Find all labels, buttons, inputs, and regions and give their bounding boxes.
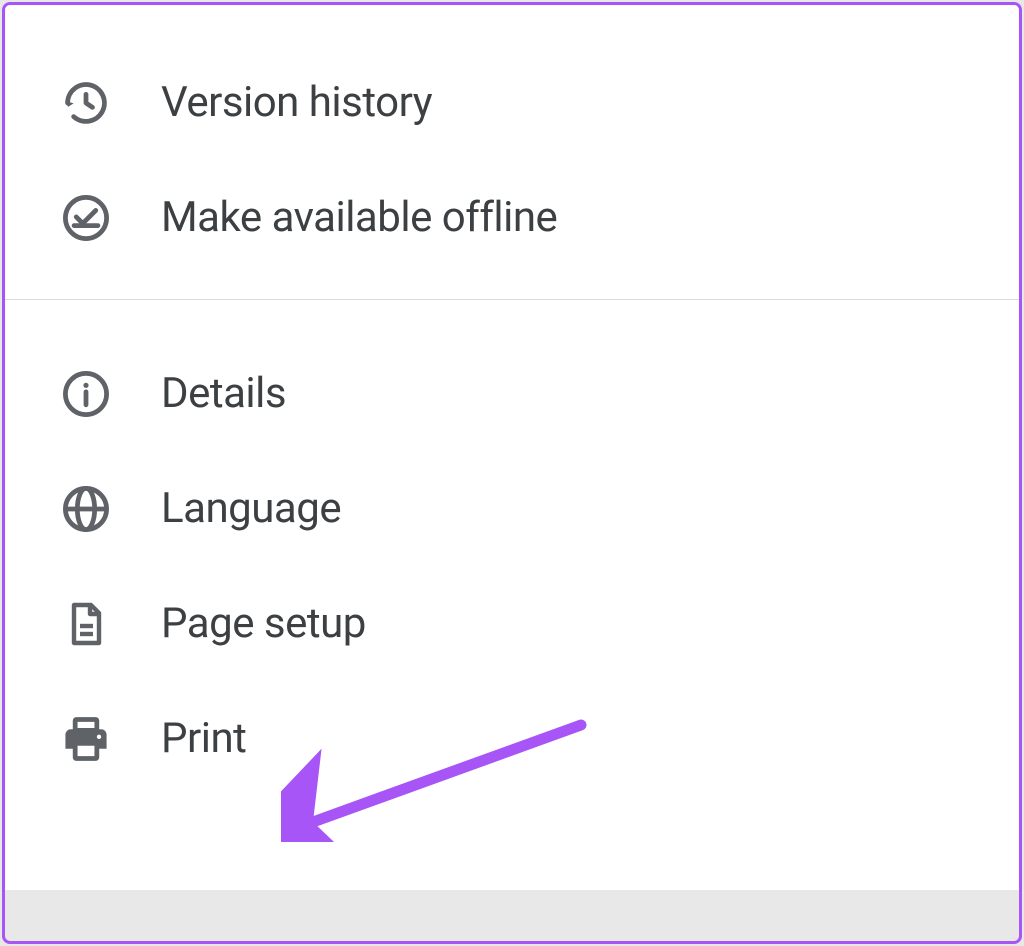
menu-item-label: Page setup [161, 599, 366, 648]
print-icon [59, 712, 113, 766]
menu-item-label: Make available offline [161, 193, 557, 242]
file-menu-panel: Version history Make available offline [5, 5, 1019, 890]
globe-icon [59, 482, 113, 536]
menu-item-label: Details [161, 369, 286, 418]
menu-item-page-setup[interactable]: Page setup [5, 566, 1019, 681]
menu-item-label: Version history [161, 78, 432, 127]
offline-icon [59, 191, 113, 245]
history-icon [59, 76, 113, 130]
menu-divider [5, 299, 1019, 300]
menu-item-language[interactable]: Language [5, 451, 1019, 566]
menu-item-version-history[interactable]: Version history [5, 45, 1019, 160]
page-icon [59, 597, 113, 651]
menu-item-details[interactable]: Details [5, 336, 1019, 451]
menu-item-label: Language [161, 484, 341, 533]
menu-item-make-available-offline[interactable]: Make available offline [5, 160, 1019, 275]
menu-item-print[interactable]: Print [5, 681, 1019, 796]
screenshot-frame: Version history Make available offline [2, 2, 1022, 944]
info-icon [59, 367, 113, 421]
menu-item-label: Print [161, 714, 246, 763]
